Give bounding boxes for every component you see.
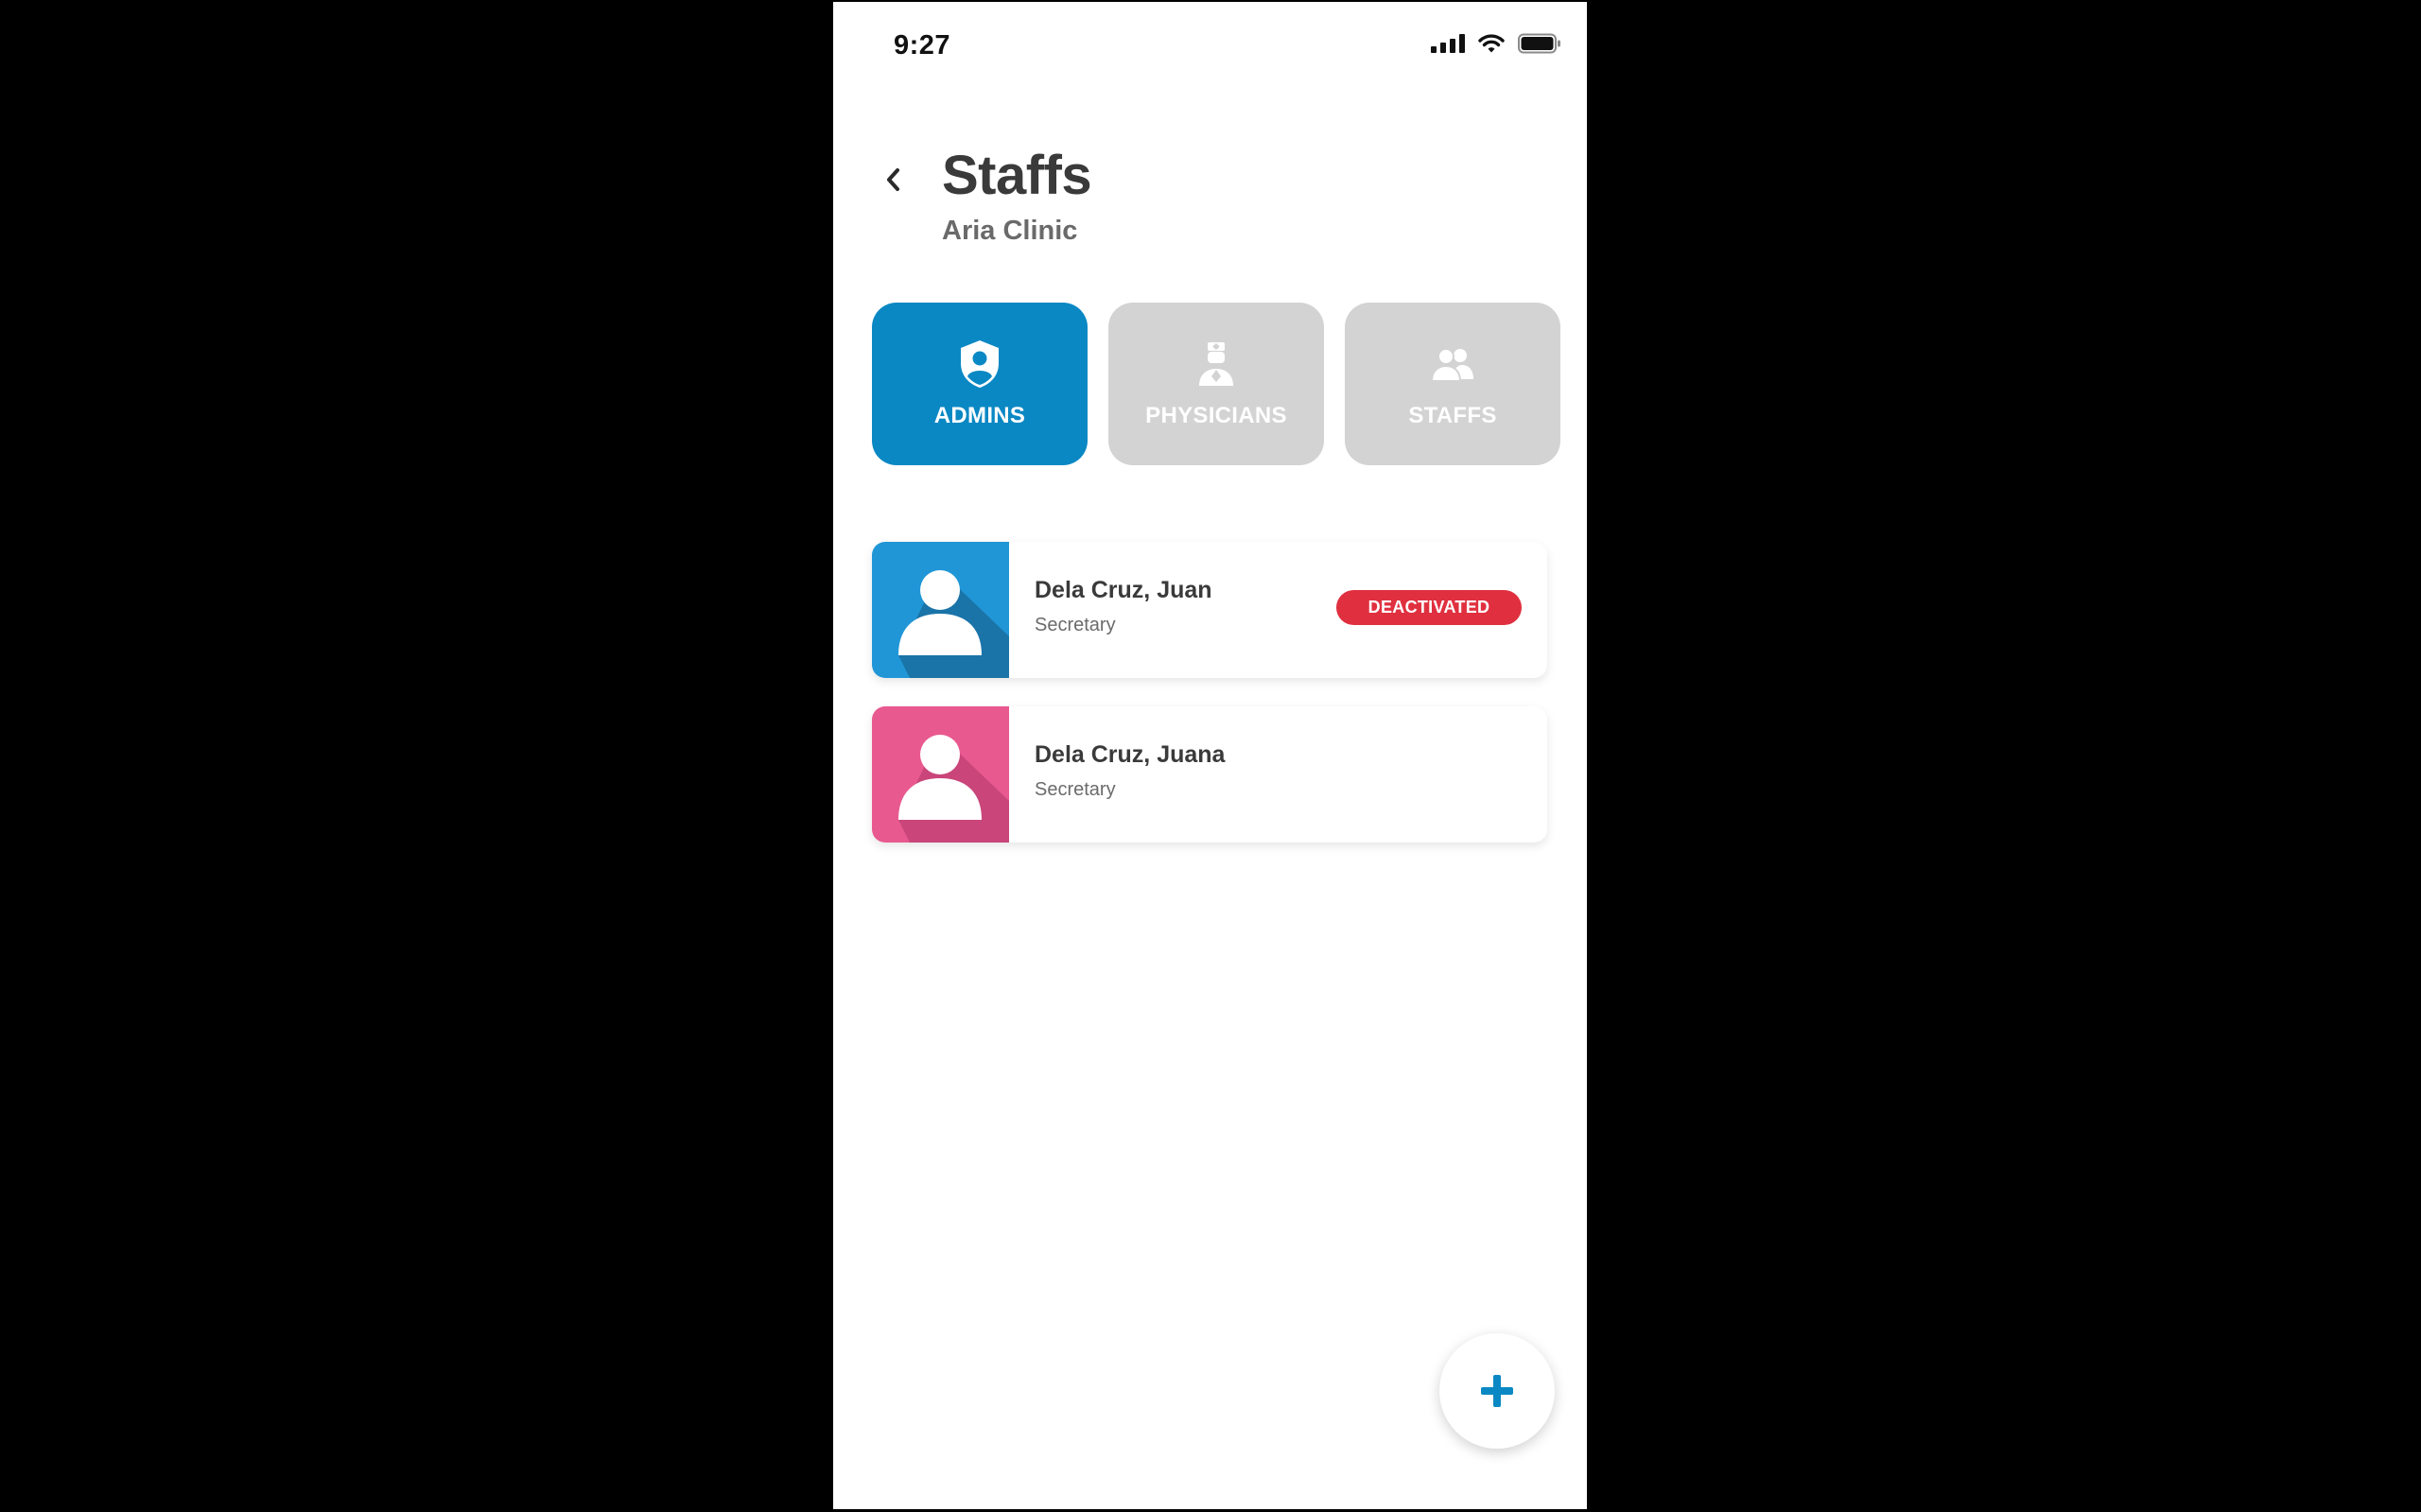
role-tabs: ADMINS PHYSICIANS STAFFS (872, 303, 1560, 465)
battery-icon (1518, 33, 1561, 54)
staff-name: Dela Cruz, Juana (1035, 741, 1226, 768)
avatar (872, 706, 1009, 843)
status-badge: DEACTIVATED (1336, 590, 1522, 625)
phone-screen: 9:27 Staffs Aria Clinic ADMINS PHYSICIAN… (833, 2, 1587, 1509)
plus-icon (1481, 1375, 1513, 1407)
signal-icon (1431, 34, 1465, 53)
page-title: Staffs (942, 145, 1092, 206)
wifi-icon (1478, 33, 1505, 54)
status-time: 9:27 (894, 30, 951, 61)
tab-label: ADMINS (933, 403, 1026, 428)
tab-label: STAFFS (1408, 403, 1497, 428)
add-staff-button[interactable] (1439, 1333, 1555, 1449)
staff-card[interactable]: Dela Cruz, Juana Secretary (872, 706, 1547, 843)
staff-list: Dela Cruz, Juan Secretary DEACTIVATED De… (872, 542, 1547, 871)
doctor-icon (1197, 339, 1235, 390)
shield-user-icon (958, 339, 1001, 390)
tab-physicians[interactable]: PHYSICIANS (1108, 303, 1324, 465)
staff-name: Dela Cruz, Juan (1035, 577, 1212, 603)
avatar (872, 542, 1009, 678)
staff-role: Secretary (1035, 779, 1116, 800)
back-button[interactable] (875, 161, 913, 199)
page-subtitle: Aria Clinic (942, 216, 1078, 246)
tab-admins[interactable]: ADMINS (872, 303, 1088, 465)
staff-role: Secretary (1035, 615, 1116, 635)
tab-label: PHYSICIANS (1145, 403, 1287, 428)
chevron-left-icon (887, 168, 899, 191)
status-icons (1431, 33, 1561, 54)
staff-card[interactable]: Dela Cruz, Juan Secretary DEACTIVATED (872, 542, 1547, 678)
tab-staffs[interactable]: STAFFS (1345, 303, 1560, 465)
users-icon (1430, 339, 1475, 390)
status-bar: 9:27 (833, 2, 1587, 93)
